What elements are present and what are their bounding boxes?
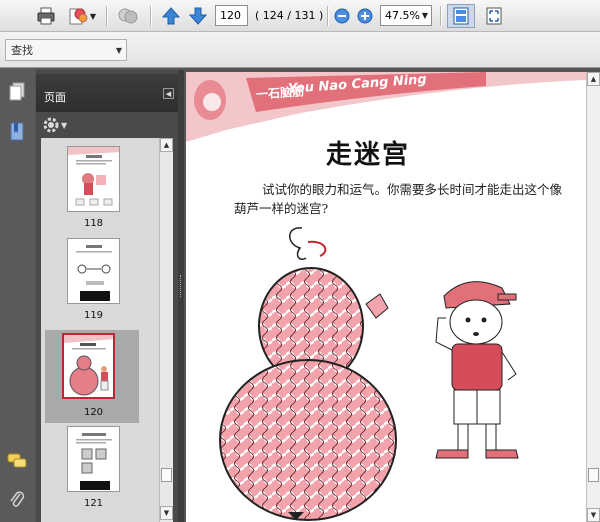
- thumbnail-label: 118: [83, 218, 104, 229]
- scroll-down-button[interactable]: ▼: [587, 508, 600, 522]
- thumbnail-item[interactable]: 118: [41, 146, 159, 236]
- bookmark-icon: [10, 122, 24, 141]
- attachments-nav-button[interactable]: [6, 488, 28, 510]
- boy-illustration: [435, 281, 519, 459]
- collapse-panel-button[interactable]: ◀: [163, 88, 174, 99]
- document-page[interactable]: 一石脑筋 You Nao Cang Ning 走迷宫 试试你的眼力和运气。你需要…: [186, 72, 586, 522]
- triangle-up-icon: ▲: [590, 75, 597, 83]
- full-screen-icon: [486, 7, 502, 25]
- navigation-strip: [0, 68, 35, 522]
- next-page-button[interactable]: [186, 4, 210, 28]
- triangle-left-icon: ◀: [165, 89, 172, 98]
- zoom-in-button[interactable]: [355, 4, 375, 28]
- gourd-maze-illustration: [219, 227, 397, 521]
- zoom-select[interactable]: 47.5% ▼: [380, 5, 432, 26]
- document-title: 走迷宫: [326, 140, 411, 170]
- collaborate-icon: [118, 8, 138, 24]
- paperclip-icon: [10, 491, 25, 507]
- create-pdf-icon: [69, 8, 88, 25]
- pages-panel: 页面 ◀ ▼ 118 119 120 121 ▲ ▼: [36, 70, 178, 522]
- pages-panel-title: 页面: [44, 91, 66, 104]
- thumbnail-scrollbar[interactable]: ▲ ▼: [159, 138, 173, 522]
- fit-page-icon: [453, 7, 469, 25]
- arrow-down-icon: [188, 7, 208, 25]
- panel-splitter[interactable]: [178, 70, 184, 522]
- thumbnail-label: 121: [83, 498, 104, 509]
- page-count: ( 124 / 131 ): [255, 9, 324, 22]
- thumbnail-page-120: [62, 333, 115, 399]
- thumbnail-item-selected[interactable]: 120: [41, 330, 159, 423]
- scroll-up-button[interactable]: ▲: [160, 138, 173, 152]
- thumbnail-page-118: [67, 146, 120, 212]
- arrow-up-icon: [161, 7, 181, 25]
- scroll-up-button[interactable]: ▲: [587, 72, 600, 86]
- zoom-value: 47.5%: [385, 9, 420, 22]
- options-button[interactable]: ▼: [42, 116, 67, 134]
- thumbnail-page-121: [67, 426, 120, 492]
- zoom-out-button[interactable]: [332, 4, 352, 28]
- chevron-down-icon: ▼: [89, 11, 97, 21]
- chevron-down-icon: ▼: [115, 46, 122, 55]
- thumbnail-list: 118 119 120 121: [41, 138, 159, 522]
- thumbnail-item[interactable]: 121: [41, 426, 159, 516]
- comment-icon: [7, 453, 27, 468]
- printer-icon: [37, 7, 55, 25]
- collaborate-button[interactable]: [113, 4, 143, 28]
- zoom-in-icon: [357, 8, 373, 24]
- full-screen-button[interactable]: [481, 4, 507, 28]
- thumbnail-item[interactable]: 119: [41, 238, 159, 328]
- scroll-down-button[interactable]: ▼: [160, 506, 173, 520]
- document-scrollbar[interactable]: ▲ ▼: [586, 72, 600, 522]
- triangle-down-icon: ▼: [590, 511, 597, 519]
- gear-icon: [43, 117, 59, 133]
- comments-nav-button[interactable]: [6, 450, 28, 472]
- chevron-down-icon: ▼: [421, 11, 428, 20]
- triangle-down-icon: ▼: [163, 509, 170, 517]
- previous-page-button[interactable]: [159, 4, 183, 28]
- create-button[interactable]: ▼: [63, 4, 101, 28]
- page-number-value: 120: [220, 9, 241, 22]
- main-toolbar: ▼ 120 ( 124 / 131 ) 47.5% ▼: [0, 0, 600, 32]
- thumbnail-label: 120: [83, 407, 104, 418]
- document-paragraph: 试试你的眼力和运气。你需要多长时间才能走出这个像葫芦一样的迷宫?: [234, 182, 563, 216]
- page-number-input[interactable]: 120: [215, 5, 248, 26]
- print-button[interactable]: [33, 4, 59, 28]
- panel-options-bar: ▼: [36, 112, 178, 138]
- find-placeholder: 查找: [11, 44, 33, 57]
- thumbnail-page-119: [67, 238, 120, 304]
- page-icon: [6, 83, 22, 103]
- pages-panel-header: 页面 ◀: [36, 74, 178, 112]
- splitter-grip: [180, 275, 182, 297]
- find-input[interactable]: 查找 ▼: [5, 39, 127, 61]
- bookmarks-nav-button[interactable]: [6, 121, 28, 143]
- thumbnail-label: 119: [83, 310, 104, 321]
- find-toolbar: 查找 ▼: [0, 32, 600, 68]
- triangle-up-icon: ▲: [163, 141, 170, 149]
- fit-page-button[interactable]: [447, 4, 475, 28]
- zoom-out-icon: [334, 8, 350, 24]
- chevron-down-icon: ▼: [61, 120, 68, 130]
- scroll-thumb[interactable]: [161, 468, 172, 482]
- scroll-thumb[interactable]: [588, 468, 599, 482]
